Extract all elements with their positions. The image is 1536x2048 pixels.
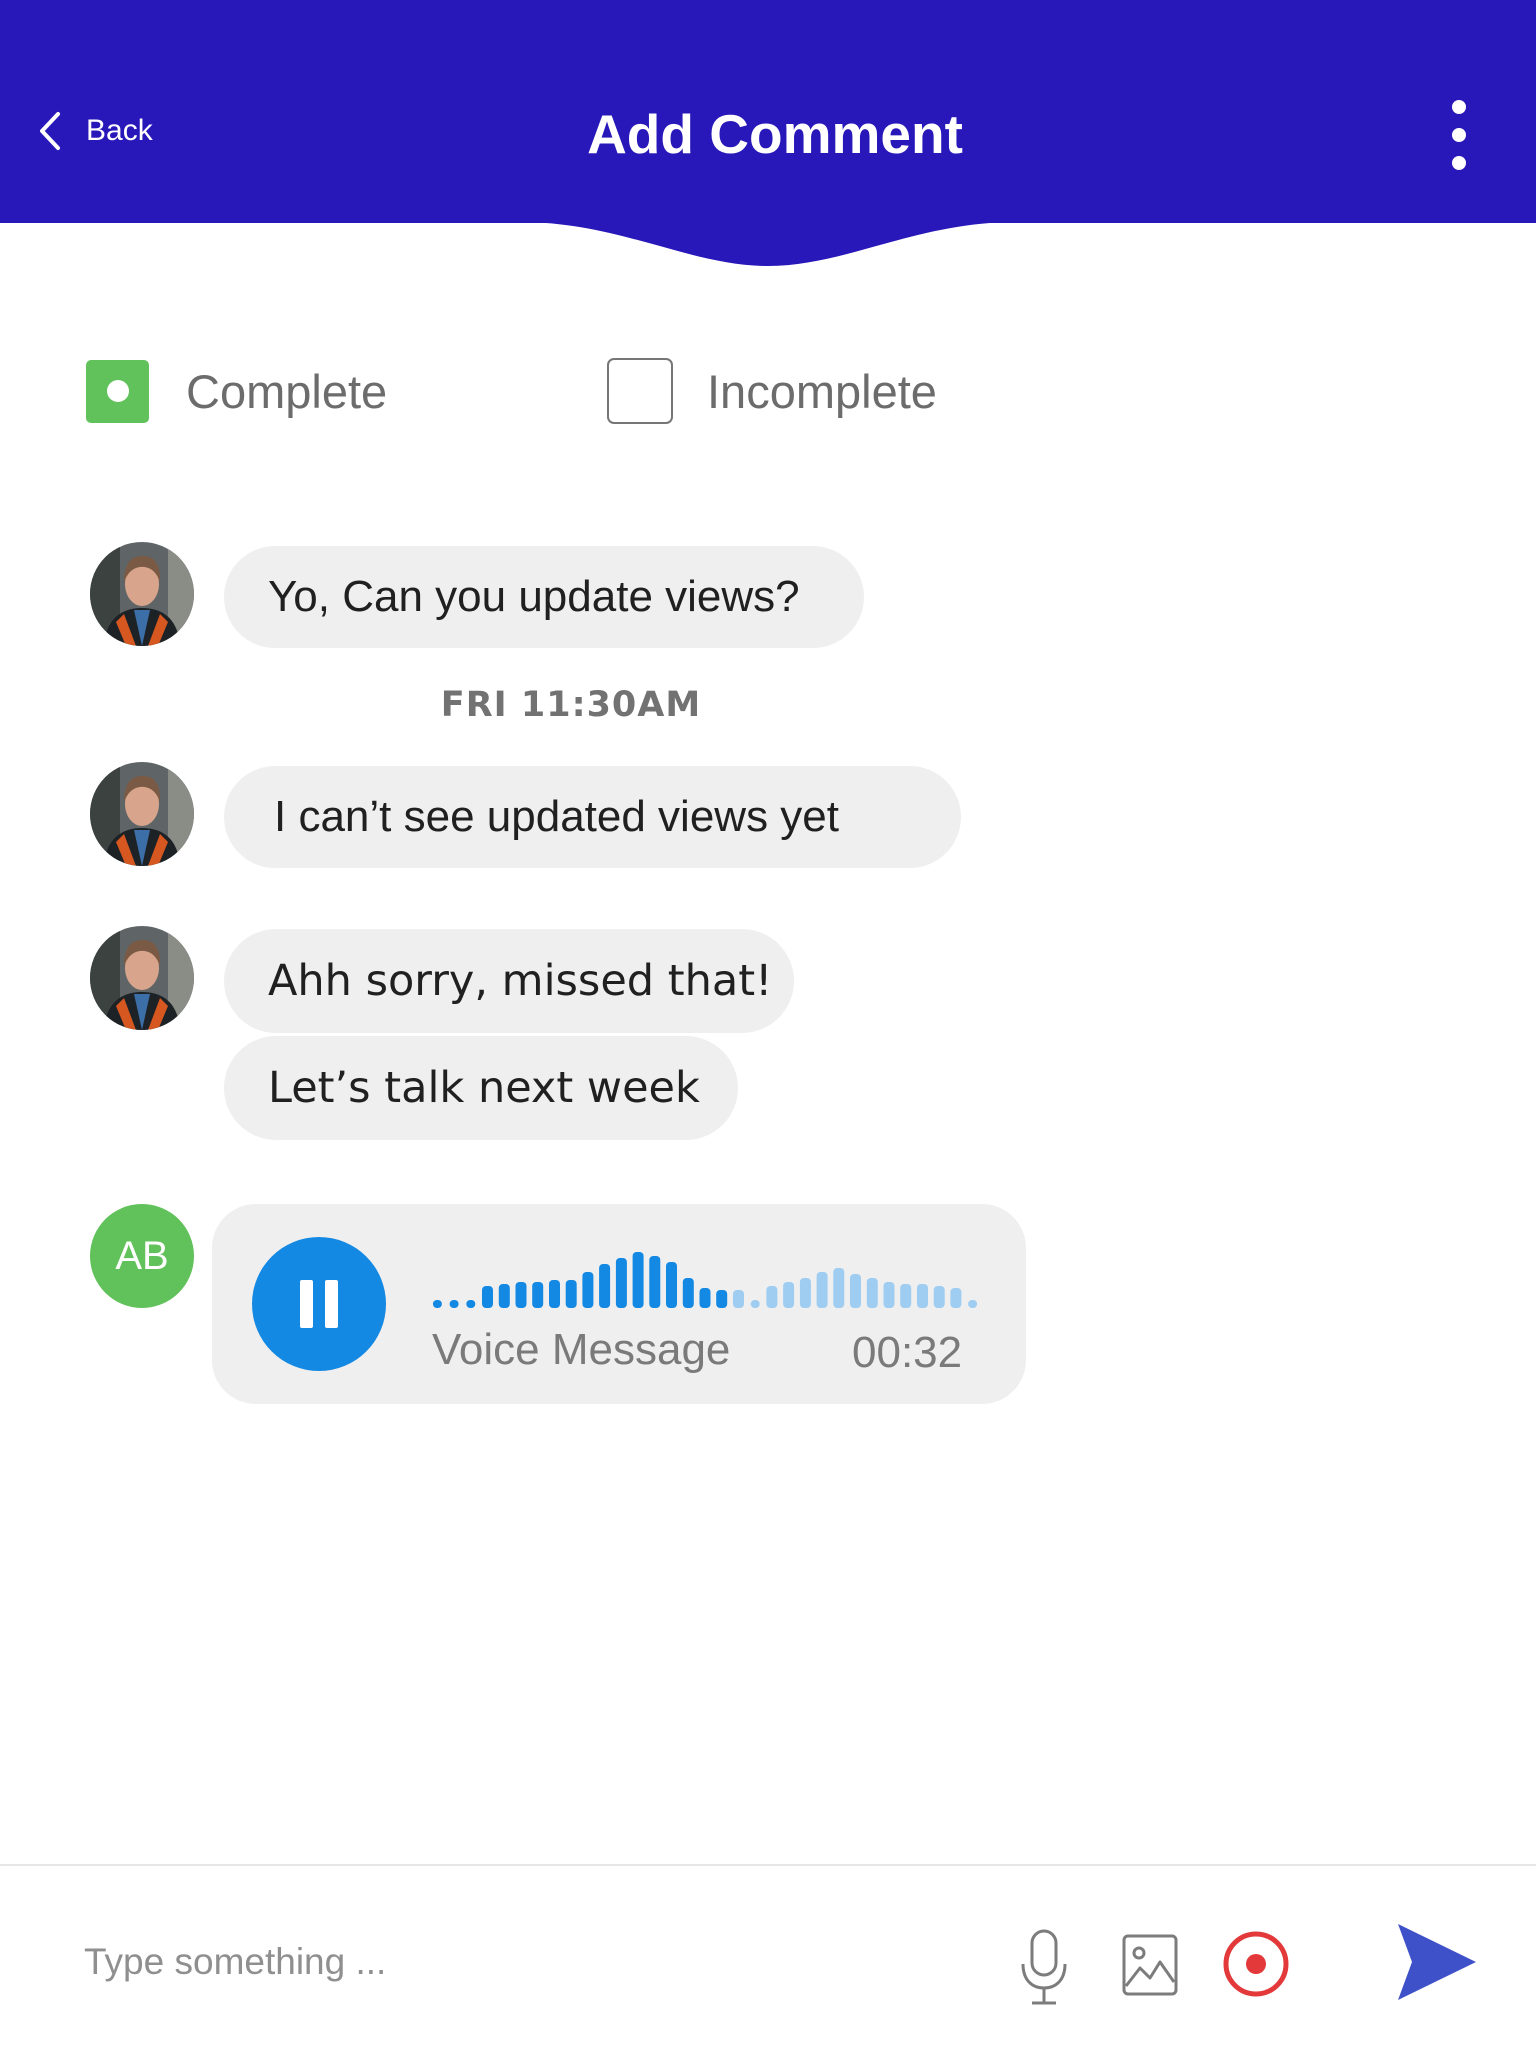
waveform-bar — [968, 1300, 978, 1308]
waveform-bar — [532, 1282, 544, 1308]
waveform-bar — [565, 1280, 577, 1308]
user-photo — [90, 542, 194, 646]
waveform-bar — [850, 1274, 861, 1308]
waveform-bar — [498, 1284, 510, 1308]
waveform-bar — [632, 1252, 644, 1308]
page-title: Add Comment — [587, 103, 963, 165]
status-incomplete-label: Incomplete — [707, 364, 937, 418]
waveform-bar — [515, 1282, 527, 1308]
waveform-bar — [682, 1278, 694, 1308]
pause-button[interactable] — [252, 1237, 386, 1371]
status-incomplete-option[interactable]: Incomplete — [607, 356, 937, 426]
waveform-bar — [783, 1282, 795, 1308]
pause-icon — [300, 1280, 313, 1328]
waveform-bar — [482, 1286, 493, 1308]
waveform-bar — [666, 1262, 677, 1308]
voice-message-label: Voice Message — [432, 1325, 731, 1374]
waveform-bar — [466, 1300, 476, 1308]
status-complete-option[interactable]: Complete — [86, 356, 387, 426]
app-header: Back Add Comment — [0, 0, 1536, 223]
unchecked-checkbox-icon[interactable] — [607, 358, 673, 424]
sender-avatar-initials: AB — [90, 1204, 194, 1308]
waveform-bar — [649, 1256, 661, 1308]
waveform-bar — [582, 1272, 594, 1308]
waveform-bar — [449, 1300, 459, 1308]
user-photo — [90, 926, 194, 1030]
waveform-bar — [716, 1290, 728, 1308]
waveform-bar — [615, 1258, 627, 1308]
record-icon[interactable] — [1222, 1930, 1290, 1998]
avatar — [90, 926, 194, 1030]
message-bubble: Let’s talk next week — [224, 1036, 738, 1140]
waveform[interactable] — [429, 1248, 981, 1308]
waveform-bar — [599, 1264, 611, 1308]
waveform-bar — [866, 1278, 878, 1308]
message-bubble: Ahh sorry, missed that! — [224, 929, 794, 1033]
send-icon[interactable] — [1394, 1920, 1478, 2004]
waveform-bar — [750, 1300, 760, 1308]
waveform-bar — [699, 1288, 711, 1308]
checked-checkbox-icon[interactable] — [86, 359, 149, 423]
waveform-bar — [833, 1268, 845, 1308]
waveform-bar — [432, 1300, 442, 1308]
waveform-bar — [917, 1284, 928, 1308]
message-bubble: Yo, Can you update views? — [224, 546, 864, 648]
waveform-bar — [900, 1284, 912, 1308]
avatar — [90, 762, 194, 866]
waveform-bar — [883, 1282, 895, 1308]
waveform-bar — [733, 1290, 744, 1308]
waveform-bar — [766, 1286, 778, 1308]
composer-divider — [0, 1864, 1536, 1866]
waveform-bar — [950, 1288, 962, 1308]
status-complete-label: Complete — [186, 364, 388, 418]
voice-message: Voice Message 00:32 — [212, 1204, 1026, 1404]
header-wave — [520, 222, 1016, 266]
waveform-bar — [816, 1272, 828, 1308]
message-timestamp: FRI 11:30AM — [440, 685, 702, 725]
microphone-icon[interactable] — [1018, 1928, 1070, 2008]
voice-message-duration: 00:32 — [852, 1328, 963, 1377]
waveform-bar — [799, 1278, 811, 1308]
more-options-icon[interactable] — [1441, 100, 1477, 170]
avatar — [90, 542, 194, 646]
message-input[interactable] — [84, 1930, 934, 1994]
waveform-bar — [549, 1280, 560, 1308]
user-photo — [90, 762, 194, 866]
message-bubble: I can’t see updated views yet — [224, 766, 961, 868]
image-icon[interactable] — [1122, 1934, 1178, 1996]
waveform-bar — [933, 1286, 945, 1308]
